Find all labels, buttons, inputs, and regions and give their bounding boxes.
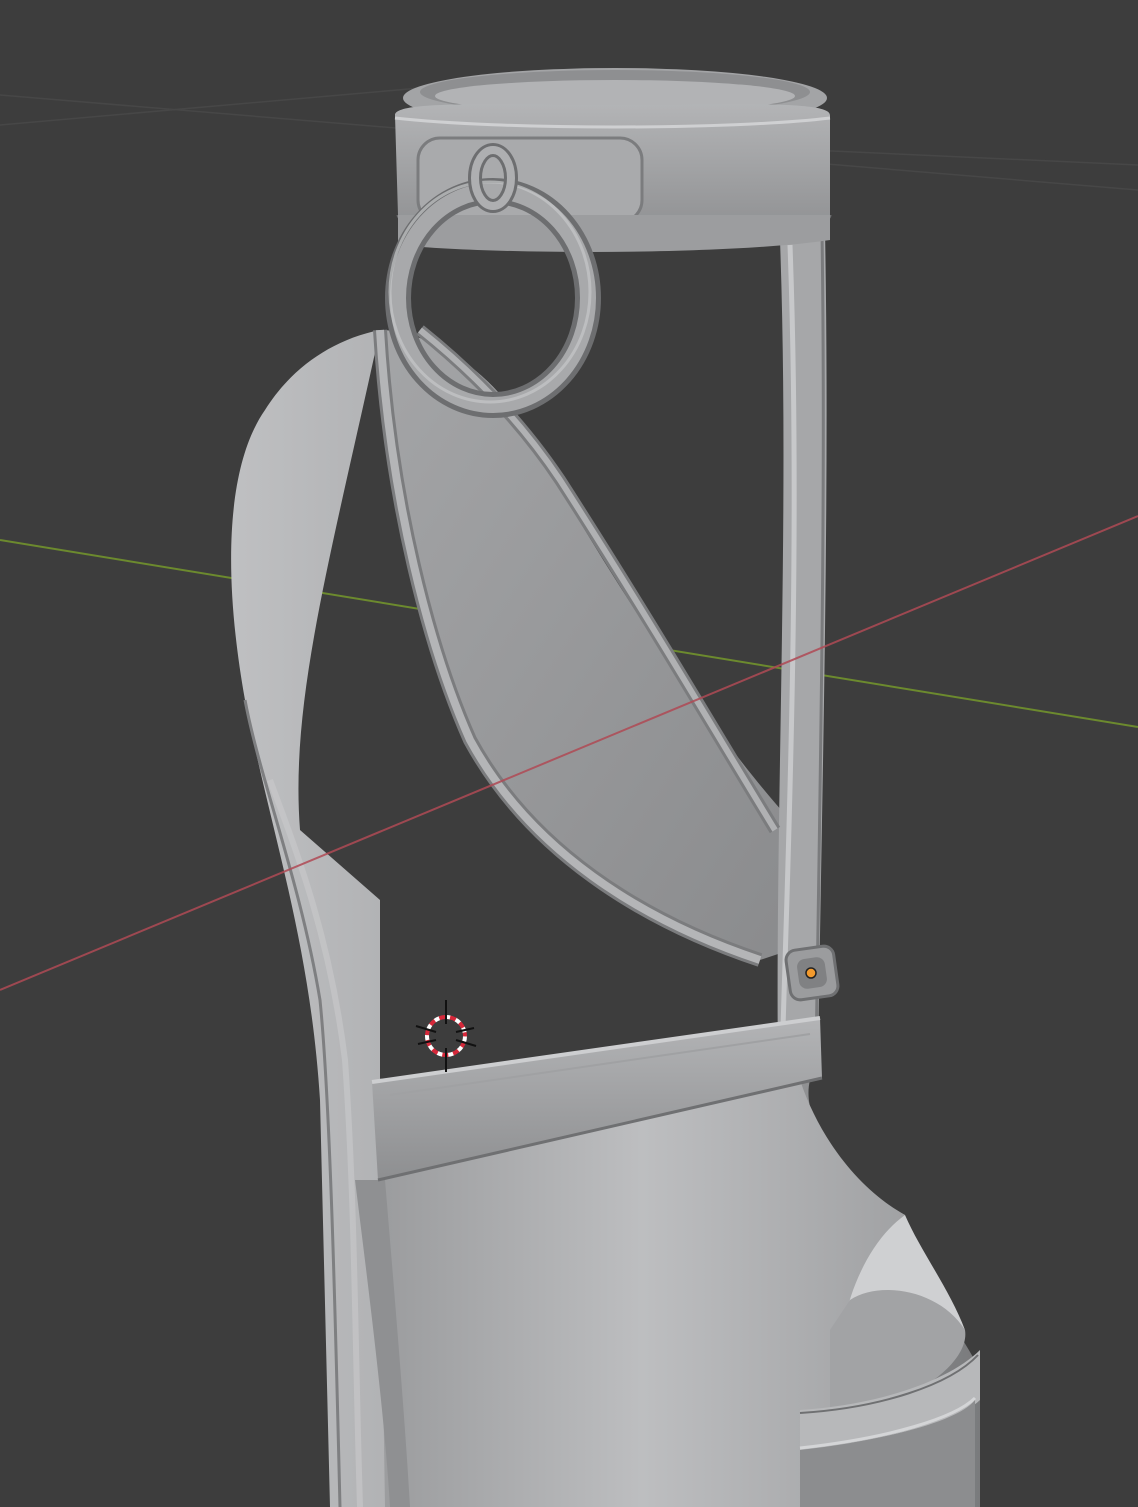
object-origin-icon[interactable] — [805, 967, 817, 979]
viewport-canvas[interactable] — [0, 0, 1138, 1507]
shoe-model[interactable] — [231, 68, 981, 1507]
3d-viewport[interactable] — [0, 0, 1138, 1507]
3d-cursor-icon[interactable] — [415, 1000, 477, 1072]
